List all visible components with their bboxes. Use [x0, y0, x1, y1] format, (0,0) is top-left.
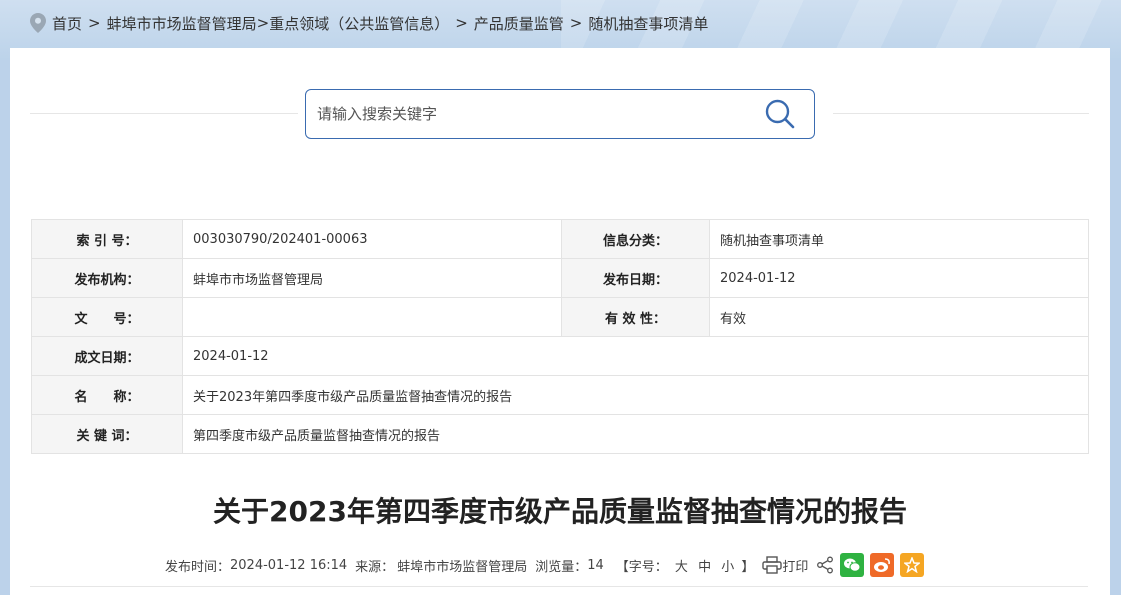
breadcrumb: 首页 > 蚌埠市市场监督管理局 > 重点领域（公共监管信息） > 产品质量监管 …	[30, 11, 708, 35]
name-value: 关于2023年第四季度市级产品质量监督抽查情况的报告	[182, 375, 1089, 415]
breadcrumb-bureau[interactable]: 蚌埠市市场监督管理局	[107, 13, 257, 34]
print-button[interactable]: 打印	[762, 556, 808, 575]
created-label: 成文日期：	[31, 336, 183, 376]
keywords-label: 关 键 词：	[31, 414, 183, 454]
table-row: 关 键 词： 第四季度市级产品质量监督抽查情况的报告	[31, 414, 1089, 454]
breadcrumb-home[interactable]: 首页	[52, 13, 82, 34]
weibo-icon	[874, 558, 891, 572]
location-pin-icon	[30, 13, 46, 33]
share-wechat-button[interactable]	[840, 553, 865, 577]
category-label: 信息分类：	[561, 219, 710, 259]
table-row: 发布机构： 蚌埠市市场监督管理局 发布日期： 2024-01-12	[31, 258, 1089, 298]
divider	[30, 586, 1088, 587]
category-value: 随机抽查事项清单	[709, 219, 1089, 259]
name-label: 名 称：	[31, 375, 183, 415]
search-input[interactable]	[306, 90, 754, 138]
share-weibo-button[interactable]	[870, 553, 895, 577]
pubdate-label: 发布日期：	[561, 258, 710, 298]
breadcrumb-separator: >	[569, 14, 583, 32]
document-metadata-table: 索 引 号： 003030790/202401-00063 信息分类： 随机抽查…	[31, 219, 1089, 454]
search-button[interactable]	[754, 90, 806, 138]
validity-value: 有效	[709, 297, 1089, 337]
views-count: 14	[587, 557, 604, 573]
font-size-large[interactable]: 大	[675, 560, 688, 575]
docno-value	[182, 297, 562, 337]
table-row: 文 号： 有 效 性： 有效	[31, 297, 1089, 337]
pubdate-value: 2024-01-12	[709, 258, 1089, 298]
print-icon	[762, 556, 783, 574]
wechat-icon	[844, 558, 861, 572]
share-icon[interactable]	[816, 556, 834, 574]
breadcrumb-separator: >	[455, 14, 468, 32]
breadcrumb-separator: >	[88, 14, 101, 32]
content-panel: 索 引 号： 003030790/202401-00063 信息分类： 随机抽查…	[10, 48, 1110, 595]
views-label: 浏览量：	[535, 559, 588, 575]
breadcrumb-product-quality[interactable]: 产品质量监管	[474, 13, 564, 34]
article-info-bar: 发布时间： 2024-01-12 16:14 来源： 蚌埠市市场监督管理局 浏览…	[165, 552, 925, 578]
divider	[30, 113, 298, 114]
divider	[833, 113, 1089, 114]
font-size-small[interactable]: 小	[721, 560, 734, 575]
index-label: 索 引 号：	[31, 219, 183, 259]
publish-time-label: 发布时间：	[165, 559, 231, 575]
article-title: 关于2023年第四季度市级产品质量监督抽查情况的报告	[213, 495, 907, 528]
search-icon	[765, 99, 795, 129]
search-box	[305, 89, 815, 139]
print-label: 打印	[782, 559, 809, 575]
source: 蚌埠市市场监督管理局	[397, 559, 528, 575]
created-value: 2024-01-12	[182, 336, 1089, 376]
table-row: 名 称： 关于2023年第四季度市级产品质量监督抽查情况的报告	[31, 375, 1089, 415]
table-row: 成文日期： 2024-01-12	[31, 336, 1089, 376]
breadcrumb-separator: >	[256, 14, 270, 32]
source-label: 来源：	[355, 559, 395, 575]
favorite-button[interactable]	[900, 553, 925, 577]
table-row: 索 引 号： 003030790/202401-00063 信息分类： 随机抽查…	[31, 219, 1089, 259]
publisher-label: 发布机构：	[31, 258, 183, 298]
star-icon	[904, 557, 921, 573]
publisher-value: 蚌埠市市场监督管理局	[182, 258, 562, 298]
breadcrumb-key-areas[interactable]: 重点领域（公共监管信息）	[269, 13, 449, 34]
breadcrumb-random-inspection[interactable]: 随机抽查事项清单	[588, 13, 708, 34]
index-value: 003030790/202401-00063	[182, 219, 562, 259]
docno-label: 文 号：	[31, 297, 183, 337]
publish-time: 2024-01-12 16:14	[230, 557, 348, 573]
validity-label: 有 效 性：	[561, 297, 710, 337]
font-size-medium[interactable]: 中	[698, 560, 711, 575]
keywords-value: 第四季度市级产品质量监督抽查情况的报告	[182, 414, 1089, 454]
font-size-close: 】	[741, 559, 755, 575]
font-size-control: 【字号： 大 中 小 】	[616, 556, 755, 575]
font-size-label: 【字号：	[615, 559, 668, 575]
